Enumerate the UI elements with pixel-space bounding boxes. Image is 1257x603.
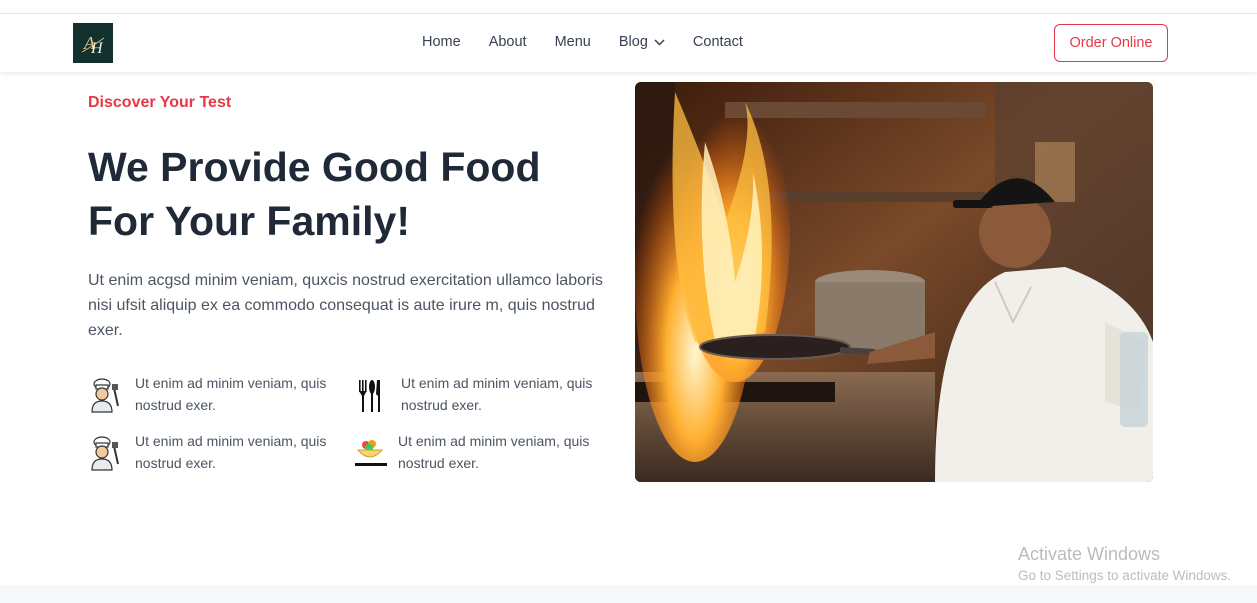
feature-text: Ut enim ad minim veniam, quis nostrud ex… (398, 433, 590, 471)
feature-text: Ut enim ad minim veniam, quis nostrud ex… (135, 433, 327, 471)
nav-contact[interactable]: Contact (693, 34, 743, 50)
brand-logo[interactable]: A H (73, 23, 113, 63)
nav-menu[interactable]: Menu (555, 34, 591, 50)
order-online-button[interactable]: Order Online (1054, 24, 1168, 62)
feature-item: Ut enim ad minim veniam, quis nostrud ex… (354, 375, 611, 416)
nav-menu-label: Menu (554, 34, 591, 50)
main-nav: Home About Menu Blog Contact (422, 34, 743, 50)
feature-item: Ut enim ad minim veniam, quis nostrud ex… (88, 433, 345, 474)
browser-top-strip (0, 0, 1257, 14)
hero-lead-text: Ut enim acgsd minim veniam, quxcis nostr… (88, 272, 603, 339)
site-header: A H Home About Menu Blog Contact Order O… (0, 14, 1257, 72)
nav-blog[interactable]: Blog (619, 34, 665, 50)
nav-blog-label: Blog (618, 34, 648, 50)
watermark-subtitle: Go to Settings to activate Windows. (1018, 568, 1232, 583)
feature-text: Ut enim ad minim veniam, quis nostrud ex… (135, 375, 327, 413)
hero-eyebrow: Discover Your Test (88, 94, 232, 111)
windows-activation-watermark: Activate Windows Go to Settings to activ… (1018, 544, 1231, 583)
headline-line-2: For Your Family! (88, 198, 410, 244)
nav-contact-label: Contact (692, 34, 743, 50)
hero-headline: We Provide Good Food For Your Family! (88, 140, 608, 248)
nav-about-label: About (488, 34, 527, 50)
headline-line-1: We Provide Good Food (88, 144, 541, 190)
logo-monogram-icon: A H (81, 33, 105, 57)
hero-chef-photo (635, 82, 1153, 482)
chef-icon (91, 378, 119, 413)
feature-item: Ut enim ad minim veniam, quis nostrud ex… (88, 375, 345, 416)
nav-about[interactable]: About (489, 34, 527, 50)
chef-flambe-image (635, 82, 1153, 482)
salad-bowl-icon (355, 440, 387, 466)
next-section-band (0, 585, 1257, 603)
cutlery-icon (359, 380, 380, 412)
nav-home-label: Home (422, 34, 461, 50)
nav-home[interactable]: Home (422, 34, 461, 50)
feature-item: Ut enim ad minim veniam, quis nostrud ex… (354, 433, 608, 474)
feature-text: Ut enim ad minim veniam, quis nostrud ex… (401, 375, 593, 413)
chevron-down-icon (654, 38, 665, 46)
watermark-title: Activate Windows (1018, 544, 1161, 564)
chef-icon (91, 436, 119, 471)
